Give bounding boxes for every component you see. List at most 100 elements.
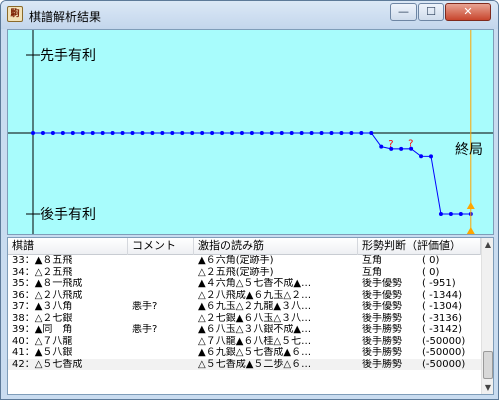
move-cell: 35：▲８一飛成 bbox=[12, 278, 83, 289]
table-row[interactable]: 38：△２七銀 △２七銀▲６八玉△３八… 後手勝勢 ( -3136) bbox=[8, 313, 481, 325]
evaluation-graph[interactable]: ?? 先手有利 後手有利 終局 bbox=[7, 29, 494, 235]
comment-cell bbox=[128, 347, 194, 359]
score-cell: ( 0) bbox=[422, 266, 440, 278]
data-point bbox=[289, 131, 294, 135]
scroll-up-icon[interactable]: ▲ bbox=[482, 238, 493, 251]
judgement-cell: 互角 bbox=[362, 255, 382, 266]
sente-advantage-label: 先手有利 bbox=[40, 48, 96, 64]
move-cell: 37：▲３八角 bbox=[12, 301, 73, 312]
bad-move-marker: ? bbox=[408, 139, 413, 150]
comment-cell bbox=[128, 313, 194, 325]
judgement-cell: 後手勝勢 bbox=[362, 347, 402, 358]
table-row[interactable]: 40：△７八龍 △７八龍▲６八桂△５七… 後手勝勢 (-50000) bbox=[8, 336, 481, 348]
table-row[interactable]: 37：▲３八角 悪手? ▲６九玉△２九龍▲３八… 後手優勢 ( -1304) bbox=[8, 301, 481, 313]
data-point bbox=[359, 131, 364, 135]
data-point bbox=[419, 154, 424, 159]
judgement-cell: 後手優勢 bbox=[362, 301, 402, 312]
table-row[interactable]: 36：△２八飛成 △２八飛成▲６九玉△２… 後手優勢 ( -1344) bbox=[8, 290, 481, 302]
table-row[interactable]: 33：▲８五飛 ▲６六角(定跡手) 互角 ( 0) bbox=[8, 255, 481, 267]
score-cell: ( -1304) bbox=[422, 301, 463, 312]
move-cell: 39：▲同 角 bbox=[12, 324, 73, 335]
data-point bbox=[438, 212, 443, 216]
header-comment[interactable]: コメント bbox=[128, 238, 194, 255]
data-point bbox=[379, 144, 384, 149]
scroll-thumb[interactable] bbox=[483, 351, 493, 379]
scroll-down-icon[interactable]: ▼ bbox=[482, 381, 493, 394]
comment-cell bbox=[128, 290, 194, 302]
pv-cell: ▲６九銀△５七香成▲６… bbox=[198, 347, 312, 358]
data-point bbox=[70, 131, 75, 135]
table-row[interactable]: 42：△５七香成 △５七香成▲５二歩△６… 後手勝勢 (-50000) bbox=[8, 358, 481, 370]
title-bar[interactable]: 駒 棋譜解析結果 — ☐ ✕ bbox=[1, 1, 498, 29]
move-cell: 41：▲５八銀 bbox=[12, 347, 73, 358]
bad-move-marker: ? bbox=[388, 139, 393, 150]
data-point bbox=[50, 131, 55, 135]
gote-advantage-label: 後手有利 bbox=[40, 207, 96, 223]
data-point bbox=[458, 212, 463, 216]
table-row[interactable]: 34：△２五飛 △２五飛(定跡手) 互角 ( 0) bbox=[8, 267, 481, 279]
judgement-cell: 後手勝勢 bbox=[362, 335, 402, 347]
data-point bbox=[339, 131, 344, 135]
comment-cell bbox=[128, 278, 194, 290]
data-point bbox=[369, 131, 374, 135]
table-body: 33：▲８五飛 ▲６六角(定跡手) 互角 ( 0) 34：△２五飛 △２五飛(定跡手) 互角… bbox=[8, 255, 481, 370]
data-point bbox=[190, 131, 195, 135]
pv-cell: ▲４六角△５七香不成▲… bbox=[198, 278, 312, 289]
evaluation-line bbox=[33, 132, 471, 215]
data-point bbox=[31, 131, 35, 135]
move-table: 棋譜 コメント 激指の読み筋 形勢判断（評価値） 33：▲８五飛 ▲６六角(定跡手… bbox=[7, 237, 494, 395]
table-row[interactable]: 39：▲同 角 悪手? ▲６八玉△３八銀不成▲… 後手勝勢 ( -3142) bbox=[8, 324, 481, 336]
move-cell: 34：△２五飛 bbox=[12, 266, 73, 278]
pv-cell: △５七香成▲５二歩△６… bbox=[198, 358, 312, 370]
pv-cell: ▲６六角(定跡手) bbox=[198, 255, 274, 266]
header-judgement[interactable]: 形勢判断（評価値） bbox=[358, 238, 481, 255]
data-point bbox=[329, 131, 334, 135]
maximize-button[interactable]: ☐ bbox=[418, 3, 444, 21]
data-point bbox=[170, 131, 175, 135]
judgement-cell: 後手優勢 bbox=[362, 278, 402, 289]
table-row[interactable]: 41：▲５八銀 ▲６九銀△５七香成▲６… 後手勝勢 (-50000) bbox=[8, 347, 481, 359]
move-cell: 38：△２七銀 bbox=[12, 312, 73, 324]
data-point bbox=[100, 131, 105, 135]
data-point bbox=[399, 146, 404, 151]
data-point bbox=[319, 131, 324, 135]
data-point bbox=[180, 131, 185, 135]
score-cell: ( -1344) bbox=[422, 289, 463, 301]
data-point bbox=[90, 131, 95, 135]
score-cell: (-50000) bbox=[422, 347, 466, 358]
comment-cell bbox=[128, 336, 194, 348]
data-point bbox=[120, 131, 125, 135]
comment-cell: 悪手? bbox=[132, 324, 158, 335]
data-point bbox=[40, 131, 45, 135]
data-point bbox=[140, 131, 145, 135]
data-point bbox=[110, 131, 115, 135]
move-cell: 40：△７八龍 bbox=[12, 335, 73, 347]
score-cell: ( -3136) bbox=[422, 312, 463, 324]
data-point bbox=[150, 131, 155, 135]
cursor-arrow-icon bbox=[466, 202, 475, 209]
data-point bbox=[160, 131, 165, 135]
pv-cell: △２七銀▲６八玉△３八… bbox=[198, 312, 312, 324]
vertical-scrollbar[interactable]: ▲ ▼ bbox=[481, 238, 493, 394]
data-point bbox=[60, 131, 65, 135]
data-point bbox=[349, 131, 354, 135]
comment-cell bbox=[128, 255, 194, 267]
score-cell: ( -951) bbox=[422, 278, 456, 289]
data-point bbox=[210, 131, 215, 135]
cursor-bottom-arrow-icon bbox=[466, 227, 475, 234]
comment-cell bbox=[128, 267, 194, 279]
table-row[interactable]: 35：▲８一飛成 ▲４六角△５七香不成▲… 後手優勢 ( -951) bbox=[8, 278, 481, 290]
close-button[interactable]: ✕ bbox=[445, 3, 491, 21]
data-point bbox=[309, 131, 314, 135]
data-point bbox=[220, 131, 225, 135]
header-pv[interactable]: 激指の読み筋 bbox=[194, 238, 358, 255]
move-cell: 42：△５七香成 bbox=[12, 358, 83, 370]
judgement-cell: 後手優勢 bbox=[362, 289, 402, 301]
header-moves[interactable]: 棋譜 bbox=[8, 238, 128, 255]
app-icon: 駒 bbox=[7, 6, 23, 22]
pv-cell: △２八飛成▲６九玉△２… bbox=[198, 289, 312, 301]
data-point bbox=[80, 131, 85, 135]
minimize-button[interactable]: — bbox=[390, 3, 417, 21]
comment-cell: 悪手? bbox=[132, 301, 158, 312]
data-point bbox=[200, 131, 205, 135]
